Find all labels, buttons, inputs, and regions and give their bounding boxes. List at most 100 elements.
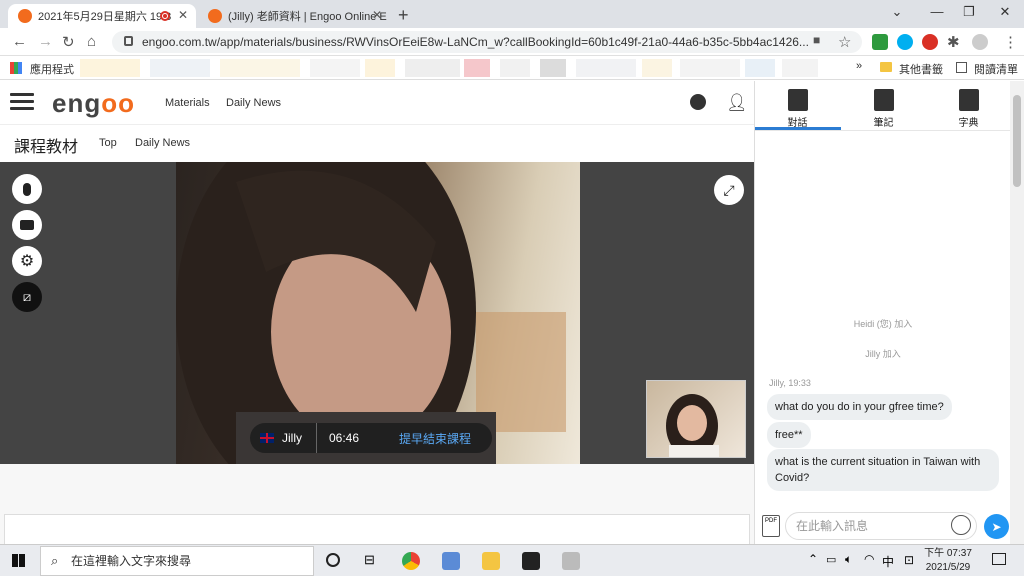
bookmark-item[interactable] <box>220 59 300 77</box>
pdf-upload-icon[interactable]: PDF <box>762 515 780 537</box>
page-scrollbar[interactable] <box>1010 81 1024 544</box>
recording-icon <box>160 11 170 21</box>
folder-icon <box>880 62 892 72</box>
bookmark-apps[interactable]: 應用程式 <box>30 61 74 77</box>
reload-icon[interactable]: ↻ <box>62 33 75 51</box>
teacher-video-frame <box>176 162 566 464</box>
menu-icon[interactable] <box>10 93 34 111</box>
forward-icon[interactable]: → <box>38 33 53 50</box>
search-icon: ⌕ <box>51 553 59 568</box>
user-icon[interactable]: 👤︎ <box>726 93 748 113</box>
tab-dictionary[interactable]: 字典 <box>926 89 1011 129</box>
clock-time: 下午 07:37 <box>924 548 972 559</box>
send-button[interactable]: ➤ <box>984 514 1009 539</box>
camera-button[interactable] <box>12 210 42 240</box>
bookmark-item[interactable] <box>576 59 636 77</box>
video-camera-icon <box>20 220 34 230</box>
bookmark-item[interactable] <box>745 59 775 77</box>
bookmark-item[interactable] <box>464 59 490 77</box>
browser-tab-strip: 2021年5月29日星期六 19:3 ✕ (Jilly) 老師資料 | Engo… <box>0 0 1024 28</box>
scroll-thumb[interactable] <box>1013 95 1021 187</box>
tab-chat[interactable]: 對話 <box>755 89 840 129</box>
bookmark-item[interactable] <box>642 59 672 77</box>
file-explorer-icon[interactable] <box>482 552 500 570</box>
bookmark-item[interactable] <box>150 59 210 77</box>
bookmark-item[interactable] <box>500 59 530 77</box>
bookmark-item[interactable] <box>365 59 395 77</box>
emoji-icon[interactable] <box>951 515 971 535</box>
fullscreen-button[interactable]: ⤢ <box>714 175 744 205</box>
toggle-video-button[interactable]: ⧄ <box>12 282 42 312</box>
reading-list-icon <box>956 62 967 73</box>
minimize-icon[interactable]: — <box>922 4 952 19</box>
notifications-icon[interactable] <box>992 553 1006 565</box>
apps-grid-icon[interactable] <box>10 62 22 74</box>
nav-materials[interactable]: Materials <box>165 97 210 109</box>
bookmark-item[interactable] <box>405 59 460 77</box>
battery-icon[interactable]: ▭ <box>826 553 836 566</box>
microphone-button[interactable] <box>12 174 42 204</box>
bookmark-item[interactable] <box>80 59 140 77</box>
engoo-favicon-icon <box>18 9 32 23</box>
settings-button[interactable]: ⚙ <box>12 246 42 276</box>
volume-icon[interactable]: 🔈︎ <box>845 552 852 567</box>
app-icon[interactable] <box>442 552 460 570</box>
subnav-top[interactable]: Top <box>99 137 117 149</box>
skype-icon[interactable] <box>897 34 913 50</box>
camera-in-use-icon[interactable]: ■ <box>813 33 820 47</box>
bookmark-item[interactable] <box>782 59 818 77</box>
tab-recording[interactable]: 2021年5月29日星期六 19:3 ✕ <box>8 4 196 28</box>
system-message: Jilly 加入 <box>865 349 901 359</box>
teacher-video <box>176 162 580 464</box>
bookmark-star-icon[interactable]: ☆ <box>838 33 851 51</box>
bookmark-item[interactable] <box>680 59 740 77</box>
self-video-frame <box>666 394 719 457</box>
avatar[interactable] <box>972 34 988 50</box>
adblock-icon[interactable] <box>922 34 938 50</box>
close-icon[interactable]: ✕ <box>372 8 382 22</box>
chat-panel: 對話 筆記 字典 Heidi (您) 加入 Jilly 加入 Jilly, 19… <box>754 81 1011 544</box>
back-icon[interactable]: ← <box>12 33 27 50</box>
sticky-notes-icon[interactable] <box>522 552 540 570</box>
tab-notes[interactable]: 筆記 <box>841 89 926 129</box>
windows-taskbar: ⌕ 在這裡輸入文字來搜尋 ⊟ ⌃ ▭ 🔈︎ ◠ 中 ⊡ 下午 07:37 202… <box>0 544 1024 576</box>
globe-icon[interactable] <box>690 94 706 110</box>
taskbar-search-input[interactable]: ⌕ 在這裡輸入文字來搜尋 <box>40 546 314 576</box>
task-view-icon[interactable]: ⊟ <box>364 552 375 568</box>
bookmark-item[interactable] <box>310 59 360 77</box>
wifi-icon[interactable]: ◠ <box>864 552 874 566</box>
windows-start-icon[interactable] <box>12 554 25 567</box>
tab-title: (Jilly) 老師資料 | Engoo Online E <box>228 11 387 23</box>
chat-input[interactable]: 在此輸入訊息 <box>785 512 977 540</box>
gear-icon: ⚙ <box>19 253 35 270</box>
clock[interactable]: 下午 07:37 2021/5/29 <box>922 547 974 575</box>
bookmarks-overflow-icon[interactable]: » <box>856 60 862 72</box>
bookmark-reading-list[interactable]: 閱讀清單 <box>974 61 1018 77</box>
extension-line-icon[interactable] <box>872 34 888 50</box>
end-lesson-early-link[interactable]: 提早結束課程 <box>399 430 471 447</box>
call-status-bar: Jilly 06:46 提早結束課程 <box>250 423 492 453</box>
url-field[interactable]: engoo.com.tw/app/materials/business/RWVi… <box>112 31 862 53</box>
bookmark-other[interactable]: 其他書籤 <box>899 61 943 77</box>
bookmark-item[interactable] <box>540 59 566 77</box>
subnav-daily-news[interactable]: Daily News <box>135 137 190 149</box>
window-close-icon[interactable]: ✕ <box>990 4 1020 20</box>
material-content-area <box>0 464 754 544</box>
home-icon[interactable]: ⌂ <box>87 33 96 50</box>
ime-indicator[interactable]: 中 <box>882 553 894 570</box>
tray-overflow-icon[interactable]: ⌃ <box>808 552 818 566</box>
engoo-logo[interactable]: engoo <box>52 88 135 119</box>
paint-icon[interactable] <box>562 552 580 570</box>
ime-mode-icon[interactable]: ⊡ <box>904 553 914 567</box>
nav-daily-news[interactable]: Daily News <box>226 97 281 109</box>
close-icon[interactable]: ✕ <box>178 8 188 22</box>
site-header: engoo Materials Daily News 👤︎ <box>0 81 754 125</box>
tab-teacher-profile[interactable]: (Jilly) 老師資料 | Engoo Online E ✕ <box>198 4 390 28</box>
extensions-puzzle-icon[interactable]: ✱ <box>947 33 960 51</box>
cortana-icon[interactable] <box>326 553 340 567</box>
more-menu-icon[interactable]: ⋮ <box>1003 33 1018 51</box>
tab-search-icon[interactable]: ⌄ <box>882 4 912 20</box>
restore-icon[interactable]: ❐ <box>954 4 984 20</box>
new-tab-icon[interactable]: + <box>398 5 409 26</box>
chrome-icon[interactable] <box>402 552 420 570</box>
